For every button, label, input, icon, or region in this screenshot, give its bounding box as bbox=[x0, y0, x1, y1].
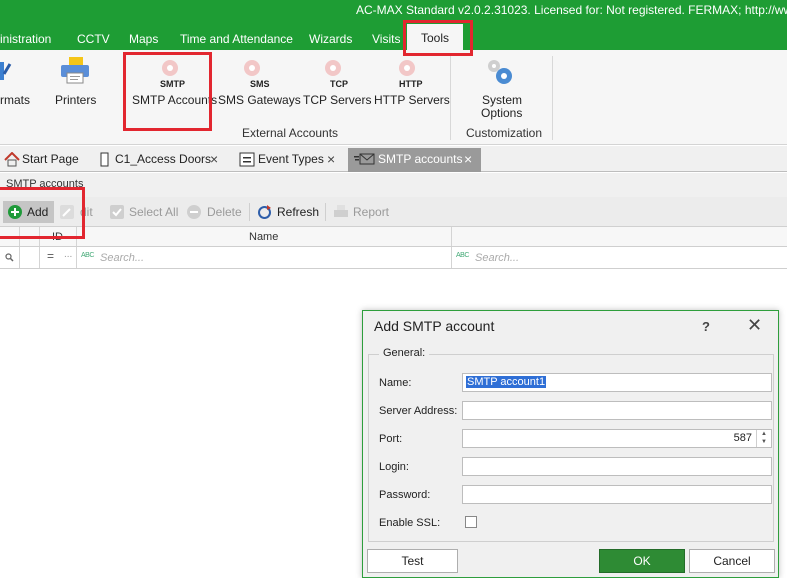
general-group-label: General: bbox=[379, 347, 430, 359]
document-tab-bar: Start Page C1_Access Doors × Event Types… bbox=[0, 146, 787, 172]
general-group: General: Name: SMTP account1 Server Addr… bbox=[368, 347, 774, 542]
select-all-button[interactable]: Select All bbox=[108, 201, 180, 223]
spin-up-icon[interactable]: ▲ bbox=[757, 430, 771, 438]
doc-tab-smtp-accounts[interactable]: SMTP accounts × bbox=[348, 148, 481, 172]
minus-circle-icon bbox=[187, 205, 201, 219]
enable-ssl-label: Enable SSL: bbox=[379, 517, 441, 529]
grid-header: ID Name bbox=[0, 227, 787, 247]
server-address-label: Server Address: bbox=[379, 405, 458, 417]
filter-check-cell bbox=[20, 247, 40, 268]
group-label-customization: Customization bbox=[466, 126, 543, 140]
plus-circle-icon bbox=[8, 205, 22, 219]
formats-icon bbox=[0, 62, 12, 80]
home-icon bbox=[4, 152, 20, 167]
grid-indicator-column bbox=[0, 227, 20, 246]
edit-button[interactable]: dit bbox=[58, 201, 98, 223]
port-spin-buttons[interactable]: ▲ ▼ bbox=[756, 430, 771, 447]
name-input[interactable]: SMTP account1 bbox=[462, 373, 772, 392]
filter-indicator bbox=[0, 247, 20, 268]
doc-tab-access-doors[interactable]: C1_Access Doors × bbox=[97, 148, 232, 172]
grid-toolbar: Add dit Select All Delete Refresh Report bbox=[0, 197, 787, 227]
filter-extra-input[interactable]: ABC Search... bbox=[452, 247, 787, 268]
equals-icon[interactable]: = bbox=[47, 249, 54, 263]
login-input[interactable] bbox=[462, 457, 772, 476]
close-icon[interactable]: ✕ bbox=[747, 315, 762, 336]
column-header-id[interactable]: ID bbox=[40, 227, 77, 246]
report-button[interactable]: Report bbox=[333, 201, 393, 223]
system-options-button[interactable]: System Options bbox=[470, 50, 530, 122]
filter-name-input[interactable]: ABC Search... bbox=[77, 247, 452, 268]
smtp-accounts-button[interactable]: SMTP SMTP Accounts bbox=[128, 50, 217, 122]
report-printer-icon bbox=[334, 205, 348, 217]
sms-gateways-button[interactable]: SMS SMS Gateways bbox=[215, 50, 301, 122]
sms-gear-icon bbox=[244, 60, 260, 76]
close-icon[interactable]: × bbox=[464, 148, 472, 170]
column-header-name[interactable]: Name bbox=[77, 227, 452, 246]
help-icon[interactable]: ? bbox=[702, 319, 710, 334]
login-label: Login: bbox=[379, 461, 409, 473]
http-servers-button[interactable]: HTTP HTTP Servers bbox=[371, 50, 450, 122]
window-title: AC-MAX Standard v2.0.2.31023. Licensed f… bbox=[0, 0, 787, 20]
tab-time-attendance[interactable]: Time and Attendance bbox=[180, 20, 293, 50]
delete-button[interactable]: Delete bbox=[186, 201, 244, 223]
formats-button[interactable]: rmats bbox=[0, 50, 30, 120]
filter-more-icon[interactable]: ... bbox=[64, 249, 72, 260]
tab-visits[interactable]: Visits bbox=[372, 20, 400, 50]
smtp-gear-icon bbox=[162, 60, 178, 76]
panel-caption: SMTP accounts bbox=[0, 173, 787, 197]
search-icon bbox=[5, 253, 14, 262]
refresh-icon bbox=[258, 205, 271, 219]
doc-tab-event-types[interactable]: Event Types × bbox=[236, 148, 344, 172]
http-gear-icon bbox=[399, 60, 415, 76]
port-spinner[interactable]: 587 ▲ ▼ bbox=[462, 429, 772, 448]
grid-filter-row: = ... ABC Search... ABC Search... bbox=[0, 247, 787, 269]
password-label: Password: bbox=[379, 489, 431, 501]
text-filter-icon: ABC bbox=[81, 252, 94, 259]
enable-ssl-checkbox[interactable] bbox=[465, 516, 477, 528]
close-icon[interactable]: × bbox=[327, 148, 335, 170]
server-address-input[interactable] bbox=[462, 401, 772, 420]
tab-cctv[interactable]: CCTV bbox=[77, 20, 110, 50]
name-label: Name: bbox=[379, 377, 412, 389]
grid-check-column[interactable] bbox=[20, 227, 40, 246]
text-filter-icon: ABC bbox=[456, 252, 469, 259]
add-smtp-account-dialog: Add SMTP account ? ✕ General: Name: SMTP… bbox=[362, 310, 779, 578]
ok-button[interactable]: OK bbox=[599, 549, 685, 573]
tab-tools[interactable]: Tools bbox=[407, 24, 464, 50]
smtp-envelope-icon bbox=[354, 153, 375, 165]
column-header-extra bbox=[452, 227, 787, 246]
select-all-icon bbox=[110, 205, 124, 219]
toolbar-separator bbox=[325, 203, 326, 221]
password-input[interactable] bbox=[462, 485, 772, 504]
ribbon-panel: rmats Printers SMTP SMTP Accounts SMS SM… bbox=[0, 50, 787, 145]
refresh-button[interactable]: Refresh bbox=[256, 201, 320, 223]
ribbon-tab-bar: inistration CCTV Maps Time and Attendanc… bbox=[0, 20, 787, 50]
system-options-gear-icon bbox=[488, 60, 512, 84]
ribbon-separator bbox=[450, 56, 451, 140]
tab-maps[interactable]: Maps bbox=[129, 20, 158, 50]
spin-down-icon[interactable]: ▼ bbox=[757, 438, 771, 446]
tab-administration[interactable]: inistration bbox=[0, 20, 51, 50]
close-icon[interactable]: × bbox=[210, 148, 218, 170]
port-label: Port: bbox=[379, 433, 403, 445]
toolbar-separator bbox=[249, 203, 250, 221]
printer-icon bbox=[61, 57, 89, 84]
add-button[interactable]: Add bbox=[3, 201, 54, 223]
ribbon-separator bbox=[552, 56, 553, 140]
event-list-icon bbox=[239, 152, 255, 167]
tcp-servers-button[interactable]: TCP TCP Servers bbox=[300, 50, 371, 122]
tab-wizards[interactable]: Wizards bbox=[309, 20, 352, 50]
group-label-external-accounts: External Accounts bbox=[242, 126, 339, 140]
test-button[interactable]: Test bbox=[367, 549, 458, 573]
pencil-icon bbox=[60, 205, 74, 219]
dialog-title: Add SMTP account bbox=[374, 318, 495, 334]
filter-id-cell[interactable]: = ... bbox=[40, 247, 77, 268]
cancel-button[interactable]: Cancel bbox=[689, 549, 775, 573]
printers-button[interactable]: Printers bbox=[52, 50, 98, 120]
tcp-gear-icon bbox=[325, 60, 341, 76]
door-icon bbox=[100, 152, 109, 167]
doc-tab-start-page[interactable]: Start Page bbox=[2, 148, 94, 172]
